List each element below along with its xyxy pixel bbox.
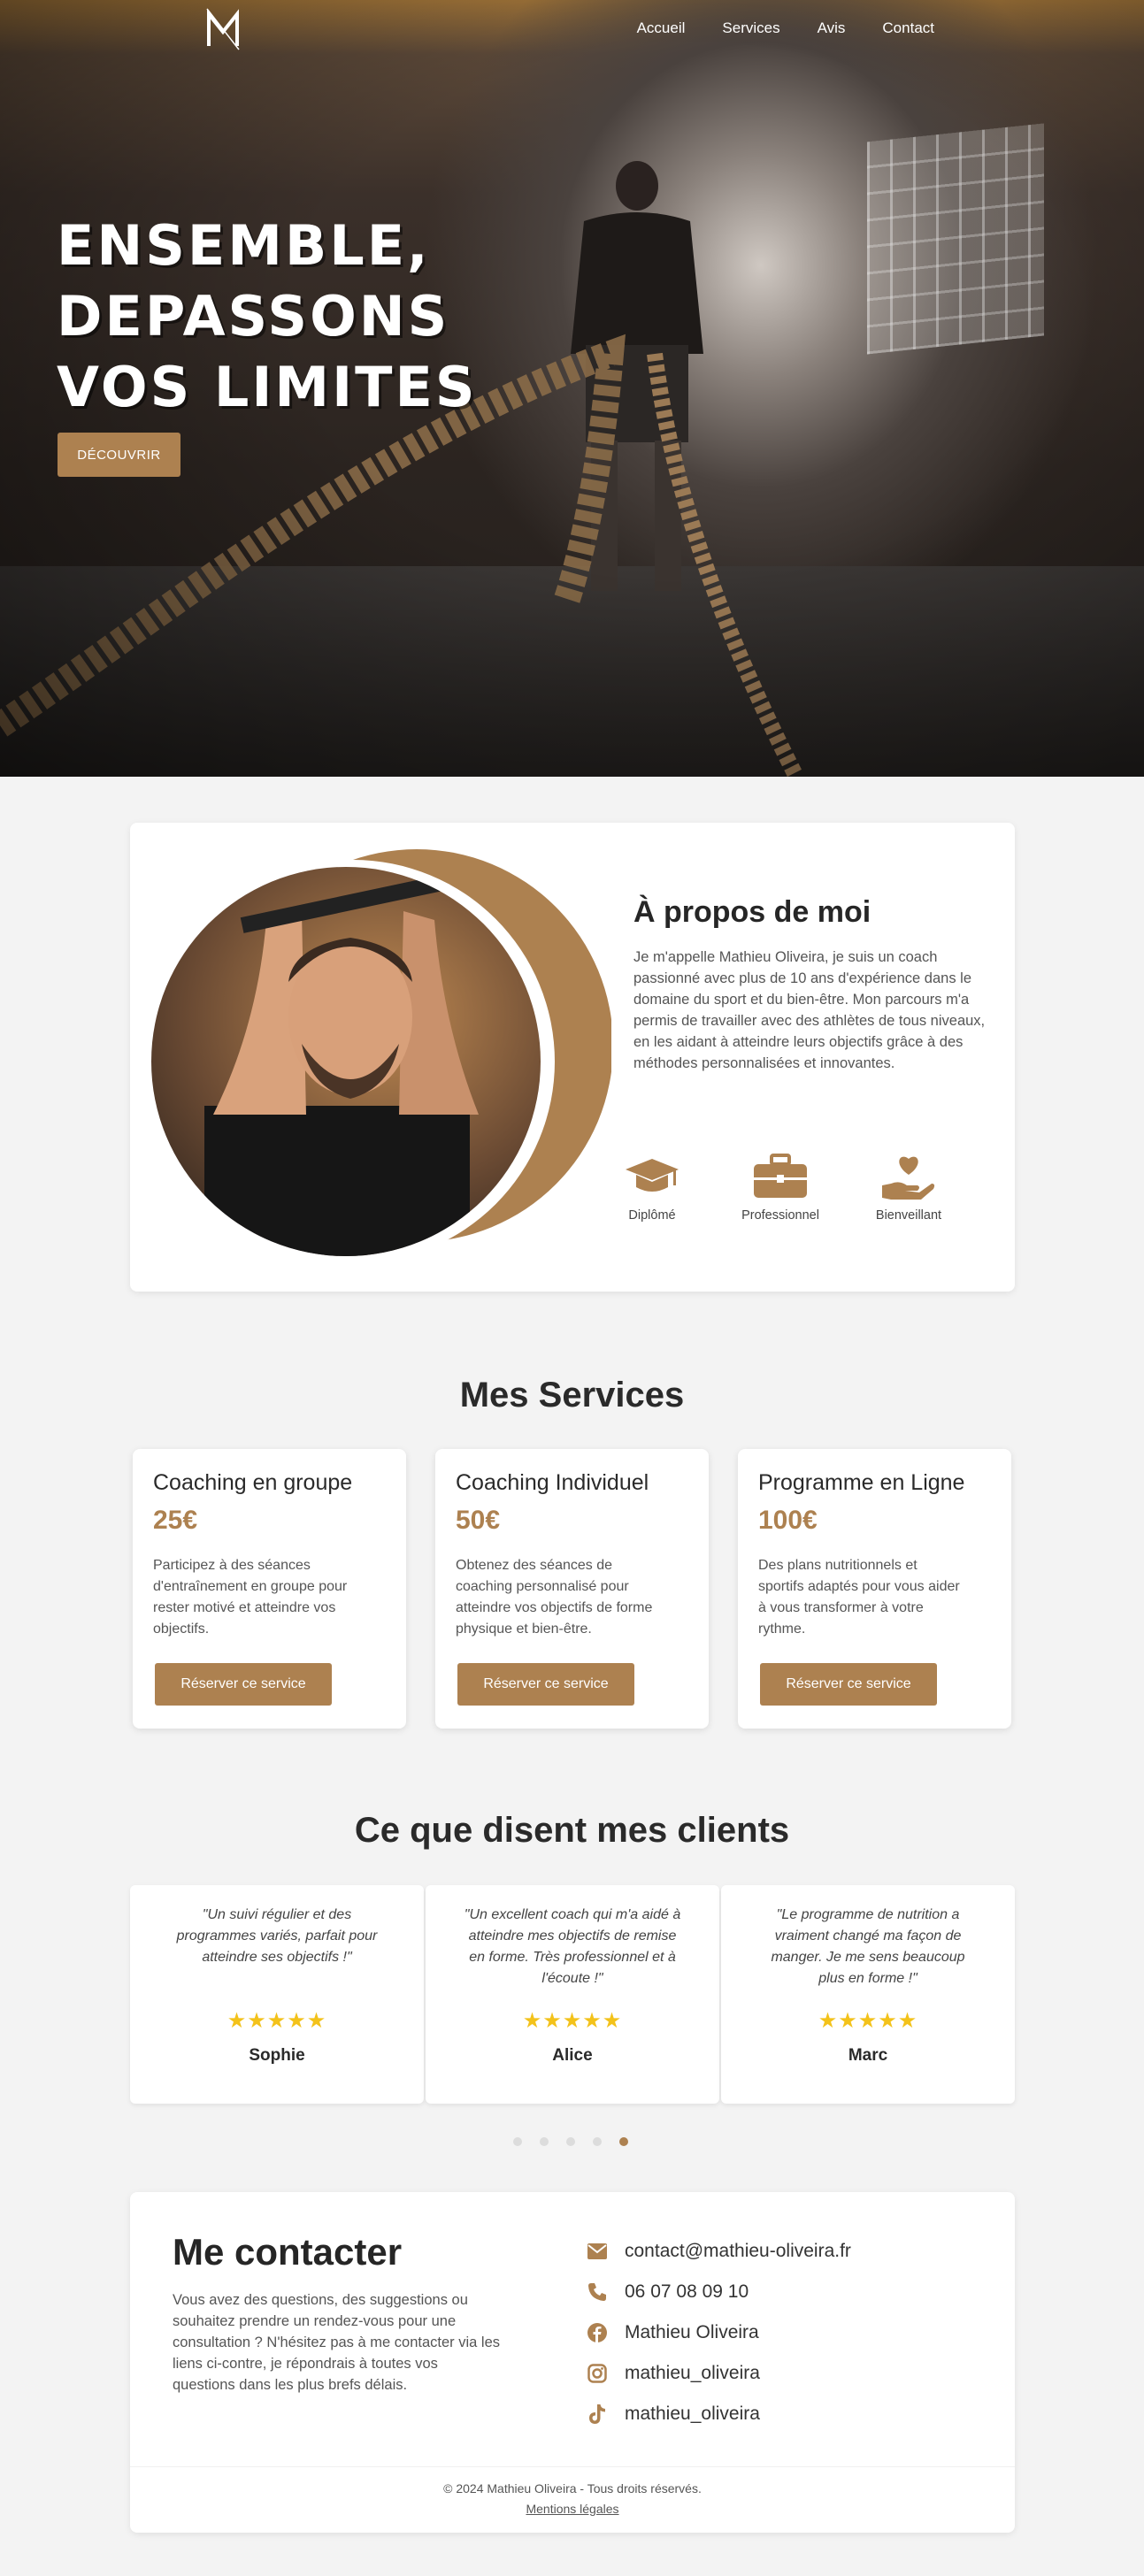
service-card: Programme en Ligne 100€ Des plans nutrit…: [738, 1449, 1011, 1729]
service-price: 25€: [153, 1506, 198, 1535]
testimonial-author: Marc: [848, 2046, 888, 2065]
testimonial-quote: "Un excellent coach qui m'a aidé à attei…: [464, 1907, 681, 1986]
star-rating: ★★★★★: [522, 2009, 623, 2033]
service-card: Coaching Individuel 50€ Obtenez des séan…: [435, 1449, 709, 1729]
service-name: Coaching Individuel: [456, 1470, 649, 1495]
carousel-dot[interactable]: [540, 2137, 549, 2146]
testimonials-carousel[interactable]: "Un suivi régulier et des programmes var…: [130, 1885, 1015, 2104]
service-name: Coaching en groupe: [153, 1470, 353, 1495]
hero-title-line: VOS LIMITES: [57, 355, 478, 419]
contact-instagram[interactable]: mathieu_oliveira: [586, 2353, 851, 2394]
carousel-dot[interactable]: [566, 2137, 575, 2146]
about-title: À propos de moi: [633, 895, 871, 929]
testimonial-card: "Un excellent coach qui m'a aidé à attei…: [426, 1885, 719, 2104]
contact-facebook[interactable]: Mathieu Oliveira: [586, 2312, 851, 2353]
about-features: Diplômé Professionnel Bienveillant: [621, 1152, 1006, 1223]
testimonial-card: "Un suivi régulier et des programmes var…: [130, 1885, 424, 2104]
service-price: 50€: [456, 1506, 501, 1535]
service-desc: Obtenez des séances de coaching personna…: [456, 1558, 653, 1637]
testimonial-quote: "Le programme de nutrition a vraiment ch…: [771, 1907, 965, 1986]
logo-icon[interactable]: [205, 5, 241, 51]
contact-facebook-text: Mathieu Oliveira: [625, 2322, 759, 2342]
hero-title-line: DEPASSONS: [57, 284, 450, 349]
nav-link-avis[interactable]: Avis: [818, 19, 846, 37]
envelope-icon: [586, 2240, 609, 2263]
hand-heart-icon: [878, 1152, 940, 1201]
contact-tiktok[interactable]: mathieu_oliveira: [586, 2394, 851, 2434]
hero-title-line: ENSEMBLE,: [57, 213, 431, 278]
nav-link-contact[interactable]: Contact: [882, 19, 934, 37]
graduation-cap-icon: [621, 1152, 683, 1201]
contact-card: Me contacter Vous avez des questions, de…: [130, 2192, 1015, 2533]
book-service-button[interactable]: Réserver ce service: [457, 1663, 634, 1706]
star-rating: ★★★★★: [818, 2009, 918, 2033]
contact-title: Me contacter: [173, 2231, 403, 2273]
testimonial-author: Sophie: [249, 2046, 305, 2065]
contact-phone[interactable]: 06 07 08 09 10: [586, 2272, 851, 2312]
coach-portrait-image: [151, 849, 611, 1263]
carousel-dots: [513, 2137, 628, 2146]
contact-email-text: contact@mathieu-oliveira.fr: [625, 2241, 851, 2261]
briefcase-icon: [749, 1152, 811, 1201]
divider: [130, 2466, 1015, 2467]
copyright: © 2024 Mathieu Oliveira - Tous droits ré…: [443, 2481, 702, 2496]
nav-link-accueil[interactable]: Accueil: [637, 19, 686, 37]
star-rating: ★★★★★: [226, 2009, 327, 2033]
service-card: Coaching en groupe 25€ Participez à des …: [133, 1449, 406, 1729]
service-desc: Participez à des séances d'entraînement …: [153, 1558, 348, 1637]
feature-item: Professionnel: [741, 1152, 878, 1223]
service-price: 100€: [758, 1506, 818, 1535]
contact-list: contact@mathieu-oliveira.fr 06 07 08 09 …: [586, 2231, 851, 2434]
services-title: Mes Services: [459, 1376, 685, 1414]
nav-links: Accueil Services Avis Contact: [637, 19, 934, 37]
testimonial-author: Alice: [552, 2046, 593, 2065]
hero-title: ENSEMBLE, DEPASSONS VOS LIMITES: [57, 211, 552, 423]
service-desc: Des plans nutritionnels et sportifs adap…: [758, 1558, 960, 1637]
book-service-button[interactable]: Réserver ce service: [155, 1663, 332, 1706]
contact-phone-text: 06 07 08 09 10: [625, 2281, 749, 2302]
testimonial-card: "Le programme de nutrition a vraiment ch…: [721, 1885, 1015, 2104]
carousel-dot-active[interactable]: [619, 2137, 628, 2146]
feature-label: Bienveillant: [875, 1208, 942, 1223]
nav-link-services[interactable]: Services: [722, 19, 779, 37]
testimonials-title: Ce que disent mes clients: [354, 1811, 790, 1850]
facebook-icon: [586, 2321, 609, 2344]
book-service-button[interactable]: Réserver ce service: [760, 1663, 937, 1706]
feature-label: Professionnel: [741, 1208, 819, 1223]
tiktok-icon: [586, 2403, 609, 2426]
about-text: Je m'appelle Mathieu Oliveira, je suis u…: [633, 949, 986, 1071]
legal-notice-link[interactable]: Mentions légales: [130, 2502, 1015, 2516]
services-list: Coaching en groupe 25€ Participez à des …: [133, 1449, 1011, 1729]
instagram-icon: [586, 2362, 609, 2385]
testimonial-quote: "Un suivi régulier et des programmes var…: [176, 1907, 378, 1965]
about-card: À propos de moi Je m'appelle Mathieu Oli…: [130, 823, 1015, 1292]
feature-label: Diplômé: [628, 1208, 676, 1223]
service-name: Programme en Ligne: [758, 1470, 965, 1495]
feature-item: Diplômé: [621, 1152, 749, 1223]
carousel-dot[interactable]: [593, 2137, 602, 2146]
carousel-dot[interactable]: [513, 2137, 522, 2146]
feature-item: Bienveillant: [876, 1152, 1006, 1223]
contact-email[interactable]: contact@mathieu-oliveira.fr: [586, 2231, 851, 2272]
top-nav: Accueil Services Avis Contact: [0, 0, 1144, 57]
discover-button[interactable]: DÉCOUVRIR: [58, 433, 180, 477]
contact-text: Vous avez des questions, des suggestions…: [173, 2292, 501, 2393]
phone-icon: [586, 2281, 609, 2304]
contact-instagram-text: mathieu_oliveira: [625, 2363, 760, 2383]
contact-tiktok-text: mathieu_oliveira: [625, 2404, 760, 2424]
